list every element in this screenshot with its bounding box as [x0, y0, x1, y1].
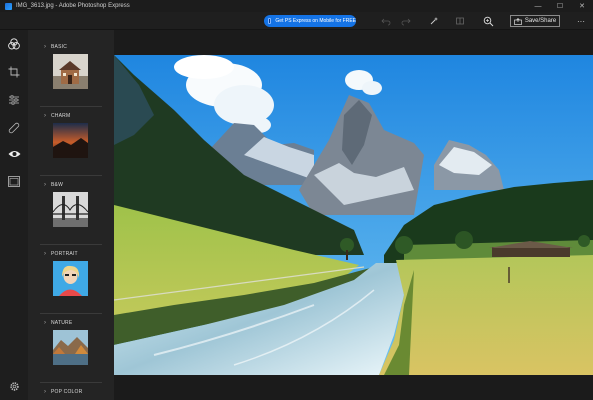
zoom-button[interactable]: [482, 15, 494, 27]
eye-tool-button[interactable]: [6, 146, 22, 162]
portrait-thumbnail[interactable]: [53, 261, 88, 296]
undo-button[interactable]: [380, 15, 392, 27]
tool-rail: [0, 30, 28, 400]
bandage-icon: [8, 122, 20, 134]
crop-icon: [8, 66, 20, 78]
window-title: IMG_3613.jpg - Adobe Photoshop Express: [16, 3, 130, 9]
zoom-icon: [483, 16, 493, 26]
compare-icon: [456, 17, 464, 25]
promo-label: Get PS Express on Mobile for FREE: [275, 18, 356, 24]
category-header[interactable]: › B&W: [44, 182, 63, 188]
close-button[interactable]: ✕: [571, 0, 593, 12]
looks-panel: › BASIC › CHARM › B&W › PORTRAIT › NATUR…: [28, 30, 114, 400]
chevron-right-icon: ›: [44, 251, 46, 257]
chevron-right-icon: ›: [44, 44, 46, 50]
category-header[interactable]: › NATURE: [44, 320, 72, 326]
gear-icon: [9, 381, 19, 391]
divider: [40, 106, 102, 107]
redo-icon: [401, 18, 411, 26]
healing-tool-button[interactable]: [6, 120, 22, 136]
category-label: PORTRAIT: [51, 251, 78, 257]
app-logo-icon: [5, 2, 12, 10]
maximize-button[interactable]: ☐: [549, 0, 571, 12]
category-label: BASIC: [51, 44, 68, 50]
crop-tool-button[interactable]: [6, 64, 22, 80]
category-header[interactable]: › CHARM: [44, 113, 70, 119]
divider: [40, 382, 102, 383]
canvas-area: [114, 30, 593, 400]
category-header[interactable]: › BASIC: [44, 44, 67, 50]
looks-tool-button[interactable]: [6, 36, 22, 52]
share-icon: [513, 17, 522, 25]
frame-icon: [8, 175, 20, 187]
get-mobile-promo-button[interactable]: Get PS Express on Mobile for FREE: [264, 15, 356, 27]
charm-thumbnail[interactable]: [53, 123, 88, 158]
bw-thumbnail[interactable]: [53, 192, 88, 227]
top-toolbar: Get PS Express on Mobile for FREE Save/S…: [0, 12, 593, 30]
looks-icon: [8, 38, 20, 50]
undo-icon: [381, 18, 391, 26]
adjustments-tool-button[interactable]: [6, 92, 22, 108]
auto-fix-button[interactable]: [428, 15, 440, 27]
chevron-right-icon: ›: [44, 320, 46, 326]
ps-express-icon: [268, 18, 272, 24]
minimize-button[interactable]: —: [527, 0, 549, 12]
chevron-right-icon: ›: [44, 182, 46, 188]
chevron-right-icon: ›: [44, 389, 46, 395]
save-share-button[interactable]: Save/Share: [510, 15, 560, 27]
category-label: POP COLOR: [51, 389, 83, 395]
category-label: B&W: [51, 182, 63, 188]
category-header[interactable]: › POP COLOR: [44, 389, 82, 395]
category-header[interactable]: › PORTRAIT: [44, 251, 78, 257]
sliders-icon: [9, 95, 19, 105]
eye-icon: [8, 151, 20, 157]
settings-button[interactable]: [6, 378, 22, 394]
save-share-label: Save/Share: [524, 18, 557, 24]
category-label: CHARM: [51, 113, 71, 119]
magic-wand-icon: [430, 17, 438, 25]
nature-thumbnail[interactable]: [53, 330, 88, 365]
compare-button[interactable]: [454, 15, 466, 27]
title-bar: IMG_3613.jpg - Adobe Photoshop Express —…: [0, 0, 593, 12]
divider: [40, 244, 102, 245]
chevron-right-icon: ›: [44, 113, 46, 119]
edited-photo[interactable]: [114, 55, 593, 375]
more-options-button[interactable]: ···: [575, 15, 587, 27]
basic-thumbnail[interactable]: [53, 54, 88, 89]
divider: [40, 313, 102, 314]
window-controls: — ☐ ✕: [527, 0, 593, 12]
divider: [40, 175, 102, 176]
redo-button[interactable]: [400, 15, 412, 27]
borders-tool-button[interactable]: [6, 173, 22, 189]
category-label: NATURE: [51, 320, 73, 326]
